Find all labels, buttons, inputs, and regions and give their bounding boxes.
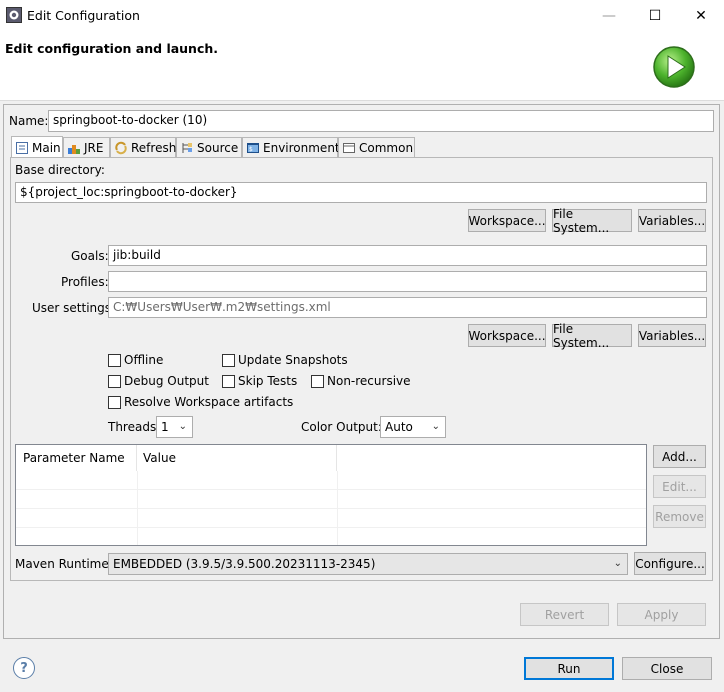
user-settings-field[interactable]: C:₩Users₩User₩.m2₩settings.xml: [108, 297, 707, 318]
maximize-icon: ☐: [648, 7, 662, 24]
add-parameter-button[interactable]: Add...: [653, 445, 706, 468]
tab-common[interactable]: Common: [338, 137, 415, 157]
refresh-icon: [114, 141, 128, 155]
remove-parameter-button[interactable]: Remove: [653, 505, 706, 528]
close-icon: ✕: [695, 7, 707, 24]
resolve-workspace-checkbox[interactable]: [108, 396, 121, 409]
offline-label: Offline: [124, 353, 164, 367]
close-button[interactable]: Close: [622, 657, 712, 680]
tab-source[interactable]: Source: [176, 137, 242, 157]
update-snapshots-label: Update Snapshots: [238, 353, 348, 367]
profiles-label: Profiles:: [61, 275, 109, 289]
app-icon: [6, 7, 22, 23]
apply-button[interactable]: Apply: [617, 603, 706, 626]
workspace-button-2[interactable]: Workspace...: [468, 324, 546, 347]
debug-output-checkbox[interactable]: [108, 375, 121, 388]
debug-output-label: Debug Output: [124, 374, 209, 388]
header-title: Edit configuration and launch.: [5, 41, 219, 56]
help-icon: ?: [20, 660, 28, 676]
minimize-icon: —: [602, 7, 616, 24]
base-directory-field[interactable]: ${project_loc:springboot-to-docker}: [15, 182, 707, 203]
tab-main-label: Main: [32, 140, 61, 155]
update-snapshots-checkbox[interactable]: [222, 354, 235, 367]
file-system-button-2[interactable]: File System...: [552, 322, 632, 350]
column-header-parameter-name-label: Parameter Name: [23, 451, 125, 465]
maven-runtime-value: EMBEDDED (3.9.5/3.9.500.20231113-2345): [113, 557, 376, 571]
run-icon: [652, 45, 696, 89]
variables-button-2[interactable]: Variables...: [638, 324, 706, 347]
name-label: Name:: [9, 114, 49, 128]
help-button[interactable]: ?: [13, 657, 35, 679]
main-tab-icon: [15, 141, 29, 155]
close-window-button[interactable]: ✕: [678, 0, 724, 31]
threads-value: 1: [161, 420, 169, 434]
tab-common-label: Common: [359, 140, 414, 155]
column-header-value[interactable]: Value: [137, 445, 337, 471]
user-settings-label: User settings:: [32, 301, 116, 315]
color-output-value: Auto: [385, 420, 413, 434]
base-directory-label: Base directory:: [15, 163, 105, 177]
tab-environment-label: Environment: [263, 140, 340, 155]
tab-refresh[interactable]: Refresh: [110, 137, 176, 157]
configure-button[interactable]: Configure...: [634, 552, 706, 575]
goals-label: Goals:: [71, 249, 109, 263]
environment-icon: $: [246, 141, 260, 155]
file-system-button[interactable]: File System...: [552, 207, 632, 235]
run-button[interactable]: Run: [524, 657, 614, 680]
source-icon: [180, 141, 194, 155]
chevron-down-icon: ⌄: [431, 421, 440, 432]
tab-jre-label: JRE: [84, 140, 104, 155]
skip-tests-label: Skip Tests: [238, 374, 298, 388]
resolve-workspace-label: Resolve Workspace artifacts: [124, 395, 294, 409]
row-divider: [16, 508, 646, 509]
tab-refresh-label: Refresh: [131, 140, 177, 155]
tab-jre[interactable]: JRE: [63, 137, 110, 157]
common-icon: [342, 141, 356, 155]
edit-parameter-button[interactable]: Edit...: [653, 475, 706, 498]
column-header-parameter-name[interactable]: Parameter Name: [16, 445, 137, 471]
threads-label: Threads:: [108, 420, 161, 434]
color-output-label: Color Output:: [301, 420, 382, 434]
maximize-button[interactable]: ☐: [632, 0, 678, 31]
chevron-down-icon: ⌄: [613, 558, 622, 569]
non-recursive-checkbox[interactable]: [311, 375, 324, 388]
tab-environment[interactable]: $ Environment: [242, 137, 340, 157]
non-recursive-label: Non-recursive: [327, 374, 411, 388]
threads-select[interactable]: 1 ⌄: [156, 416, 193, 438]
row-divider: [16, 527, 646, 528]
goals-field[interactable]: jib:build: [108, 245, 707, 266]
offline-checkbox[interactable]: [108, 354, 121, 367]
name-field[interactable]: springboot-to-docker (10): [48, 110, 714, 132]
revert-button[interactable]: Revert: [520, 603, 609, 626]
skip-tests-checkbox[interactable]: [222, 375, 235, 388]
column-header-value-label: Value: [143, 451, 176, 465]
minimize-button[interactable]: —: [586, 0, 632, 31]
workspace-button[interactable]: Workspace...: [468, 209, 546, 232]
svg-text:$: $: [249, 146, 253, 153]
maven-runtime-select[interactable]: EMBEDDED (3.9.5/3.9.500.20231113-2345) ⌄: [108, 553, 628, 575]
tab-source-label: Source: [197, 140, 239, 155]
jre-icon: [67, 141, 81, 155]
tab-main[interactable]: Main: [11, 136, 63, 158]
chevron-down-icon: ⌄: [178, 421, 187, 432]
color-output-select[interactable]: Auto ⌄: [380, 416, 446, 438]
window-title: Edit Configuration: [27, 8, 140, 23]
row-divider: [16, 489, 646, 490]
variables-button[interactable]: Variables...: [638, 209, 706, 232]
profiles-field[interactable]: [108, 271, 707, 292]
parameters-table[interactable]: Parameter Name Value: [15, 444, 647, 546]
maven-runtime-label: Maven Runtime:: [15, 557, 113, 571]
